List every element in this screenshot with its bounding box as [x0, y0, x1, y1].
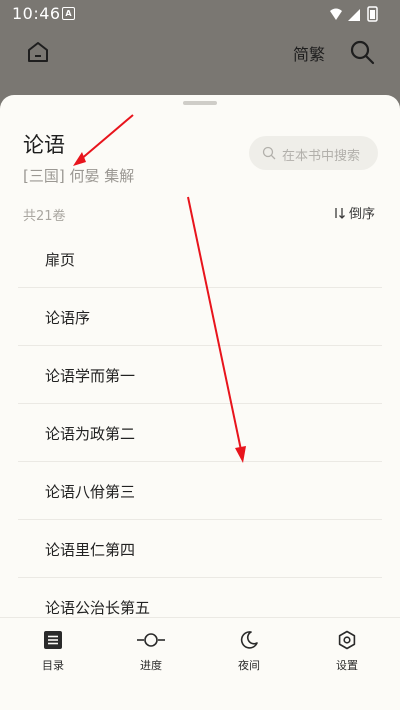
list-icon [44, 631, 62, 649]
notification-badge: A [62, 7, 75, 20]
progress-icon [137, 633, 165, 647]
sort-icon [335, 208, 345, 219]
toc-item[interactable]: 论语学而第一 [18, 346, 382, 404]
toc-item[interactable]: 论语为政第二 [18, 404, 382, 462]
volume-count: 共21卷 [23, 209, 66, 224]
toc-item-label: 论语为政第二 [45, 425, 136, 443]
book-author: [三国] 何晏 集解 [23, 167, 135, 185]
nav-toc-label: 目录 [42, 659, 64, 672]
status-time: 10:46 [12, 4, 61, 23]
toc-item-label: 论语序 [45, 309, 91, 327]
wifi-icon [330, 8, 342, 20]
search-placeholder: 在本书中搜索 [282, 149, 361, 164]
nav-settings-label: 设置 [336, 659, 358, 672]
toc-item-label: 论语里仁第四 [45, 541, 136, 559]
status-icons [330, 6, 378, 22]
drag-handle[interactable] [183, 101, 217, 105]
search-icon [262, 146, 276, 160]
nav-progress-label: 进度 [140, 659, 162, 672]
lang-toggle-button[interactable]: 简繁 [293, 41, 325, 65]
status-bar: 10:46 A [0, 0, 400, 28]
toc-item-label: 扉页 [45, 251, 76, 269]
book-title: 论语 [23, 133, 65, 157]
toc-item[interactable]: 论语八佾第三 [18, 462, 382, 520]
toc-item[interactable]: 扉页 [18, 230, 382, 288]
search-icon[interactable] [349, 39, 375, 65]
moon-icon [240, 631, 258, 649]
nav-night-label: 夜间 [238, 659, 260, 672]
nav-toc[interactable]: 目录 [23, 630, 83, 673]
toc-list: 扉页 论语序 论语学而第一 论语为政第二 论语八佾第三 论语里仁第四 论语公治长… [18, 230, 382, 636]
top-bar: 简繁 [0, 28, 400, 76]
toc-item-label: 论语学而第一 [45, 367, 136, 385]
bottom-nav: 目录 进度 夜间 设置 [0, 617, 400, 710]
toc-item[interactable]: 论语序 [18, 288, 382, 346]
sort-label: 倒序 [349, 207, 376, 222]
nav-settings[interactable]: 设置 [317, 630, 377, 673]
nav-progress[interactable]: 进度 [121, 630, 181, 673]
signal-icon [348, 9, 360, 21]
nav-night-mode[interactable]: 夜间 [219, 630, 279, 673]
toc-item-label: 论语八佾第三 [45, 483, 136, 501]
book-search-input[interactable]: 在本书中搜索 [249, 136, 378, 170]
sort-order-button[interactable]: 倒序 [332, 203, 375, 222]
toc-item-label: 论语公治长第五 [45, 599, 151, 617]
settings-icon [338, 630, 356, 650]
home-icon[interactable] [26, 40, 50, 64]
toc-item[interactable]: 论语里仁第四 [18, 520, 382, 578]
